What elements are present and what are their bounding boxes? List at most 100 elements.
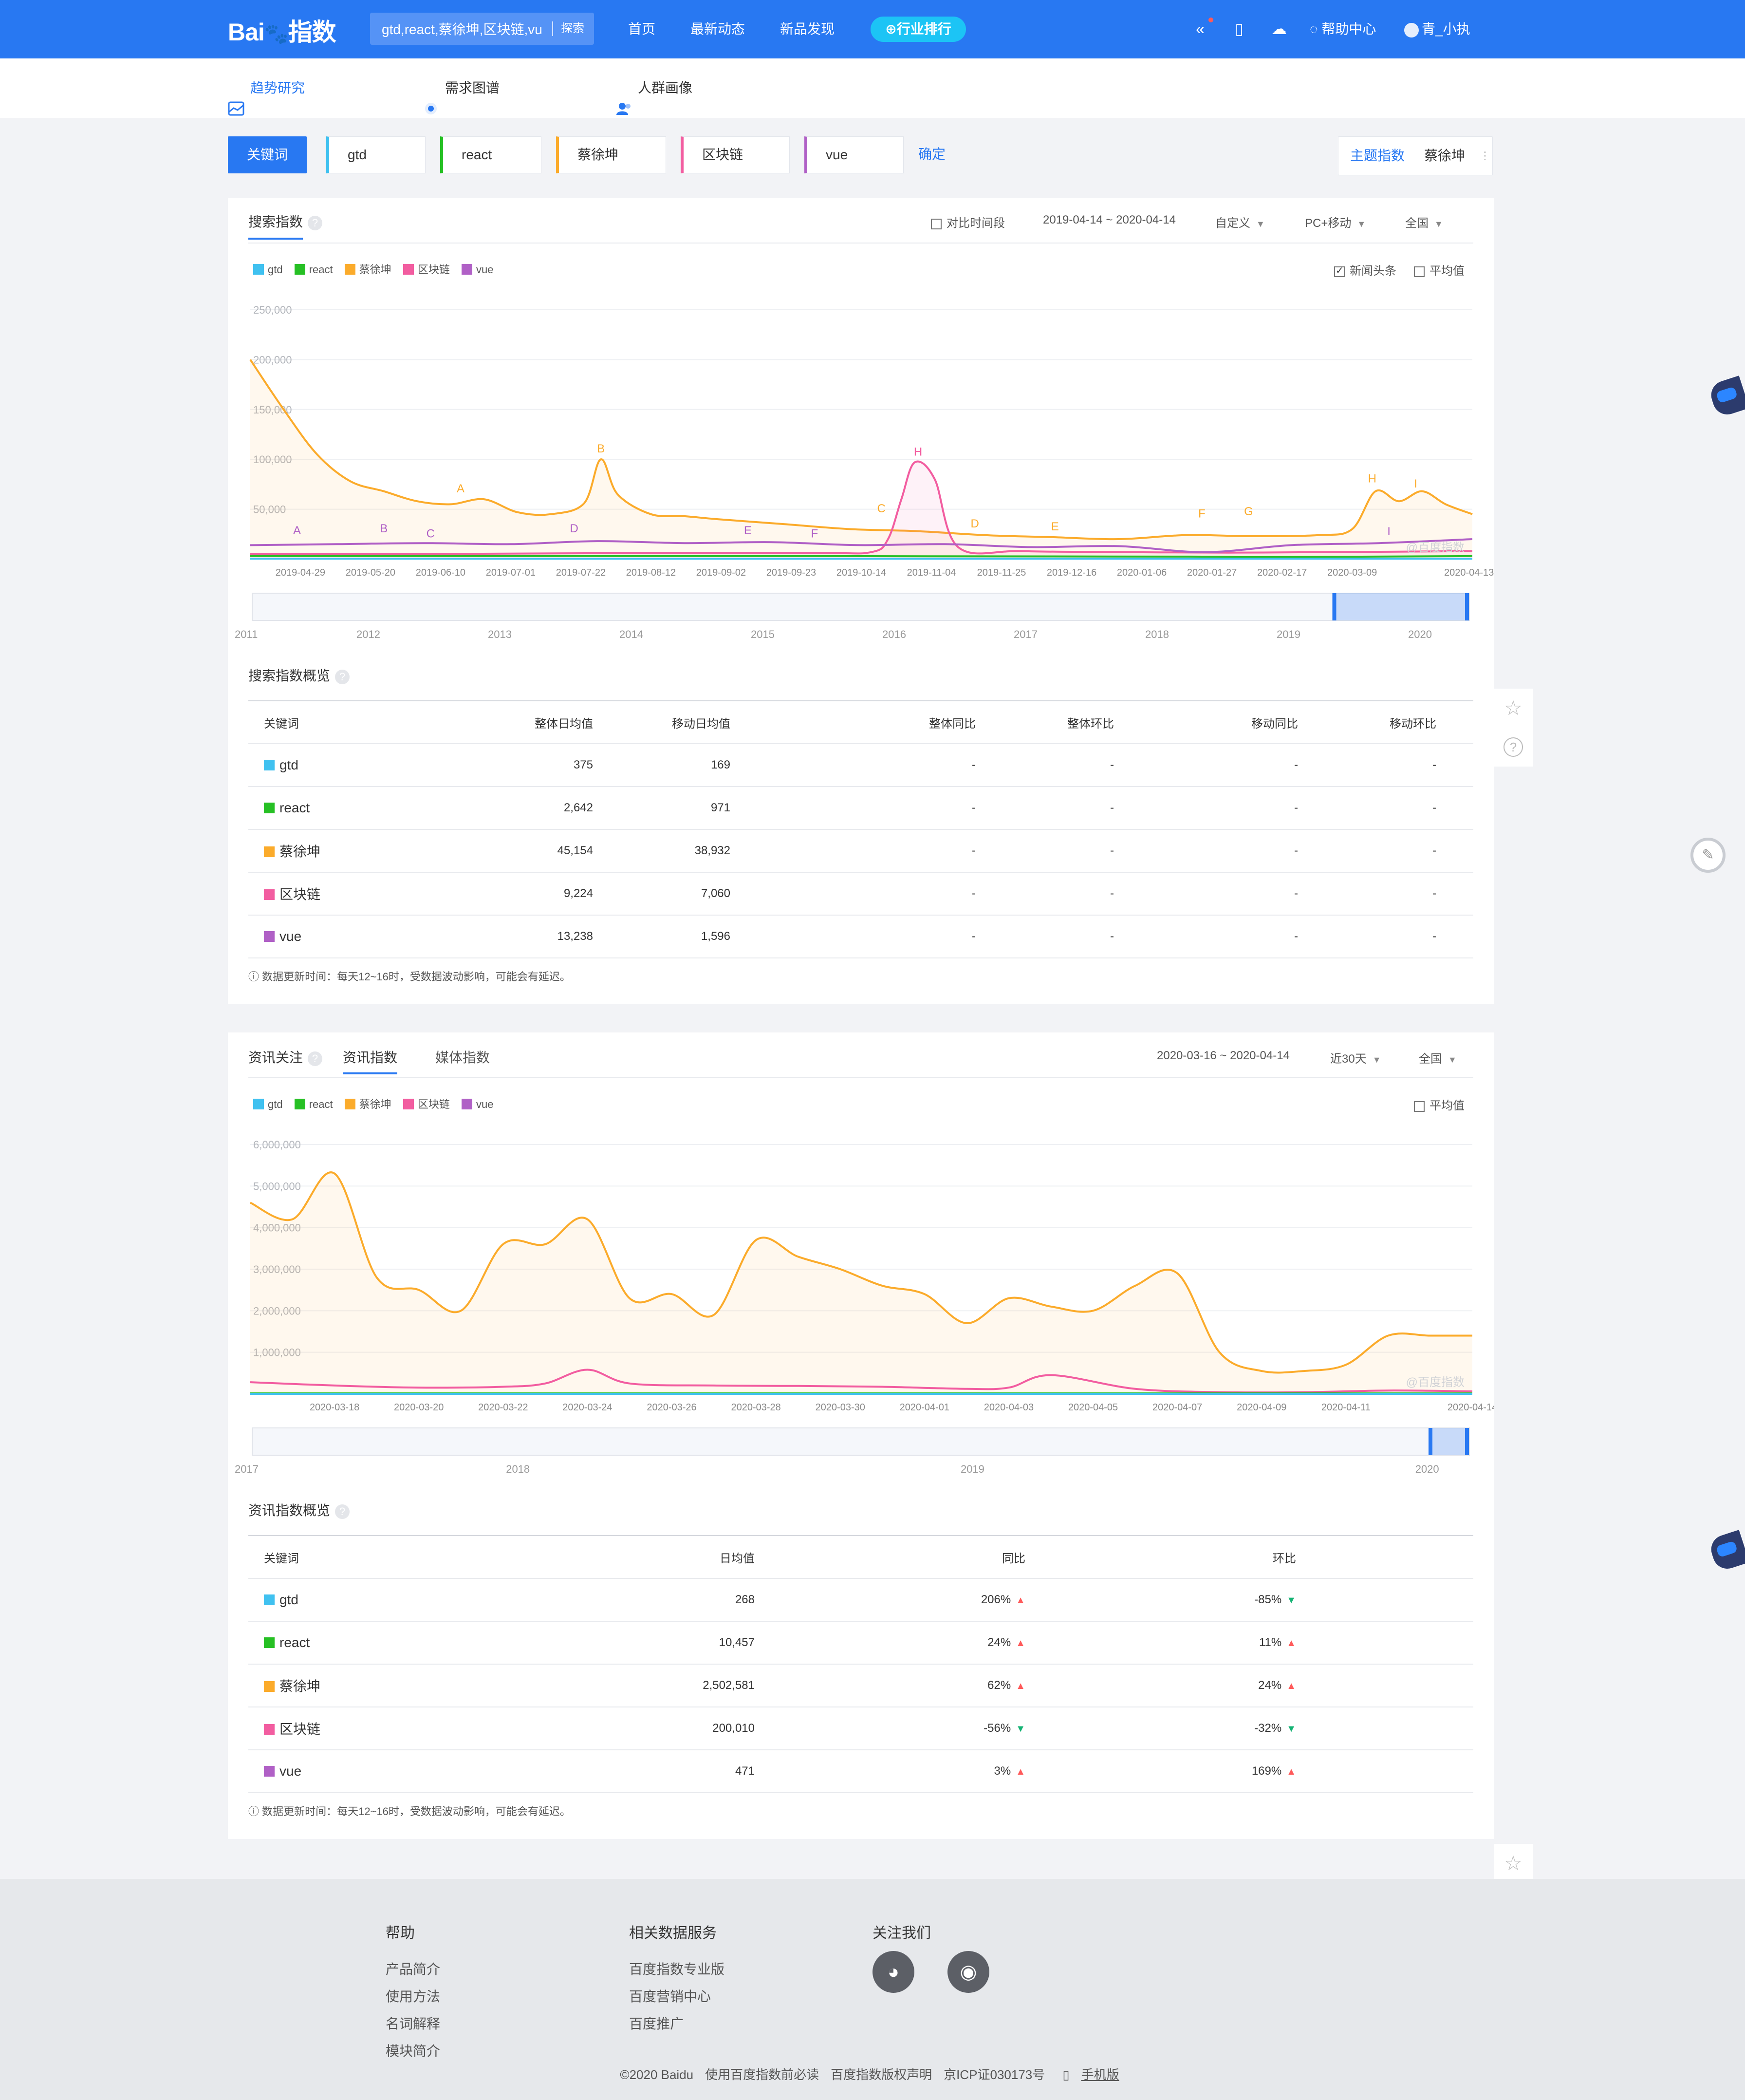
weibo-icon[interactable]: ◉ bbox=[947, 1951, 989, 1993]
average-checkbox[interactable]: 平均值 bbox=[1414, 261, 1465, 278]
question-icon[interactable]: ? bbox=[335, 669, 350, 684]
event-marker: B bbox=[380, 522, 388, 535]
nav-new-products[interactable]: 新品发现 bbox=[780, 0, 835, 58]
footer-link[interactable]: 百度指数专业版 bbox=[629, 1959, 724, 1978]
favorite-star-icon[interactable]: ☆ bbox=[1504, 698, 1523, 718]
footer-link[interactable]: 使用方法 bbox=[386, 1986, 440, 2006]
footer-link[interactable]: 名词解释 bbox=[386, 2013, 440, 2033]
baidu-index-logo[interactable]: Bai🐾指数 bbox=[228, 13, 336, 48]
question-icon[interactable]: ? bbox=[308, 215, 323, 230]
period-select[interactable]: 自定义 ▼ bbox=[1215, 213, 1265, 230]
x-tick-label: 2019-08-12 bbox=[626, 567, 676, 578]
legend-item-react[interactable]: react bbox=[294, 263, 333, 276]
slider-handle-left bbox=[1332, 593, 1337, 620]
footer-link[interactable]: 模块简介 bbox=[386, 2041, 440, 2060]
nav-home[interactable]: 首页 bbox=[628, 0, 655, 58]
period-select[interactable]: 近30天 ▼ bbox=[1330, 1049, 1381, 1066]
tab-media-index[interactable]: 媒体指数 bbox=[435, 1047, 490, 1067]
question-icon[interactable]: ? bbox=[308, 1051, 323, 1066]
legend-item-react[interactable]: react bbox=[294, 1098, 333, 1111]
average-checkbox[interactable]: 平均值 bbox=[1414, 1096, 1465, 1113]
cell-spacer bbox=[1296, 1621, 1473, 1665]
col-mobile-mom: 移动环比 bbox=[1298, 700, 1436, 744]
robot-assistant-icon[interactable] bbox=[1707, 1530, 1745, 1573]
confirm-button[interactable]: 确定 bbox=[918, 136, 946, 173]
footer-link[interactable]: 产品简介 bbox=[386, 1959, 440, 1978]
news-index-chart[interactable]: 6,000,0005,000,0004,000,0003,000,0002,00… bbox=[228, 1115, 1494, 1563]
event-marker: E bbox=[744, 524, 752, 537]
slider-handle-right bbox=[1465, 593, 1469, 620]
y-tick-label: 5,000,000 bbox=[253, 1180, 301, 1192]
header-divider bbox=[248, 1077, 1473, 1078]
copyright-text: ©2020 Baidu bbox=[620, 2067, 694, 2082]
cell-m_mom: - bbox=[1298, 787, 1436, 830]
theme-index-selector[interactable]: 主题指数 蔡徐坤 ⋮ bbox=[1338, 136, 1493, 175]
legend-item-gtd[interactable]: gtd bbox=[253, 263, 283, 276]
legend-item-caixukun[interactable]: 蔡徐坤 bbox=[344, 1096, 391, 1111]
footer-link[interactable]: 使用百度指数前必读 bbox=[705, 2067, 819, 2082]
cell-mobile: 169 bbox=[593, 744, 730, 787]
cell-o_mom: - bbox=[976, 744, 1114, 787]
cell-avg: 200,010 bbox=[424, 1707, 755, 1750]
device-select[interactable]: PC+移动 ▼ bbox=[1305, 213, 1366, 230]
cell-m_mom: - bbox=[1298, 744, 1436, 787]
wechat-icon[interactable]: ☁ bbox=[1269, 19, 1289, 39]
help-question-icon[interactable]: ? bbox=[1504, 737, 1523, 757]
mobile-version-link[interactable]: ▯ 手机版 bbox=[1057, 2067, 1125, 2082]
series-line bbox=[250, 555, 1473, 558]
footer-link[interactable]: 百度指数版权声明 bbox=[831, 2067, 932, 2082]
help-center-link[interactable]: ◌ 帮助中心 bbox=[1310, 0, 1376, 58]
footer-help-title: 帮助 bbox=[386, 1925, 415, 1941]
x-tick-label: 2019-05-20 bbox=[346, 567, 395, 578]
date-range-display[interactable]: 2020-03-16 ~ 2020-04-14 bbox=[1157, 1049, 1290, 1063]
cell-overall: 9,224 bbox=[424, 872, 593, 916]
feedback-icon[interactable]: ✎ bbox=[1690, 838, 1726, 873]
keyword-chip-gtd[interactable]: gtd bbox=[326, 136, 426, 173]
keyword-chip-caixukun[interactable]: 蔡徐坤 bbox=[556, 136, 666, 173]
checkbox-icon bbox=[931, 218, 942, 229]
robot-assistant-icon[interactable] bbox=[1707, 375, 1745, 418]
industry-rank-button[interactable]: ⊕行业排行 bbox=[871, 17, 966, 42]
row-keyword: gtd bbox=[248, 744, 424, 787]
legend-item-blockchain[interactable]: 区块链 bbox=[403, 261, 450, 277]
footer-link[interactable]: 百度推广 bbox=[629, 2013, 684, 2033]
search-input[interactable] bbox=[382, 13, 542, 45]
legend-item-gtd[interactable]: gtd bbox=[253, 1098, 283, 1111]
legend-item-vue[interactable]: vue bbox=[462, 263, 494, 276]
tab-news-index[interactable]: 资讯指数 bbox=[343, 1047, 397, 1067]
tab-underline bbox=[343, 1072, 397, 1074]
favorite-star-icon[interactable]: ☆ bbox=[1504, 1853, 1523, 1874]
mobile-icon[interactable]: ▯ bbox=[1229, 19, 1249, 39]
cell-o_mom: - bbox=[976, 787, 1114, 830]
user-menu[interactable]: 青_小执 bbox=[1404, 0, 1470, 58]
news-headline-checkbox[interactable]: 新闻头条 bbox=[1334, 261, 1396, 278]
keyword-chip-vue[interactable]: vue bbox=[804, 136, 904, 173]
legend-item-caixukun[interactable]: 蔡徐坤 bbox=[344, 261, 391, 277]
keyword-search-box: 探索 bbox=[370, 13, 594, 45]
legend-item-vue[interactable]: vue bbox=[462, 1098, 494, 1111]
question-icon[interactable]: ? bbox=[335, 1504, 350, 1519]
tab-crowd-portrait[interactable]: 人群画像 bbox=[615, 58, 692, 118]
region-select[interactable]: 全国 ▼ bbox=[1405, 213, 1443, 230]
messages-icon[interactable]: « bbox=[1190, 19, 1210, 39]
wechat-icon[interactable]: ◕ bbox=[872, 1951, 914, 1993]
compare-period-checkbox[interactable]: 对比时间段 bbox=[931, 213, 1005, 230]
tab-trend-research[interactable]: 趋势研究 bbox=[228, 58, 305, 118]
tab-demand-graph[interactable]: 需求图谱 bbox=[423, 58, 500, 118]
footer-link[interactable]: 百度营销中心 bbox=[629, 1986, 711, 2006]
row-keyword: vue bbox=[248, 1750, 424, 1793]
news-overview-table: 关键词 日均值 同比 环比 gtd 268 206% ▲ -85% ▼ react 10,45… bbox=[248, 1535, 1473, 1793]
cell-spacer bbox=[1436, 872, 1473, 916]
keyword-chip-blockchain[interactable]: 区块链 bbox=[681, 136, 790, 173]
explore-button[interactable]: 探索 bbox=[561, 13, 584, 45]
legend-item-blockchain[interactable]: 区块链 bbox=[403, 1096, 450, 1111]
date-range-display[interactable]: 2019-04-14 ~ 2020-04-14 bbox=[1043, 213, 1176, 227]
nav-latest-news[interactable]: 最新动态 bbox=[690, 0, 745, 58]
search-index-chart[interactable]: 250,000200,000150,000100,00050,0002019-0… bbox=[228, 281, 1494, 729]
update-note: ⓘ 数据更新时间：每天12~16时，受数据波动影响，可能会有延迟。 bbox=[248, 1805, 571, 1818]
keyword-chip-react[interactable]: react bbox=[440, 136, 541, 173]
x-tick-label: 2020-03-18 bbox=[310, 1402, 359, 1413]
x-tick-label: 2020-04-11 bbox=[1321, 1402, 1371, 1413]
region-select[interactable]: 全国 ▼ bbox=[1419, 1049, 1457, 1066]
keywords-label-button[interactable]: 关键词 bbox=[228, 136, 307, 173]
